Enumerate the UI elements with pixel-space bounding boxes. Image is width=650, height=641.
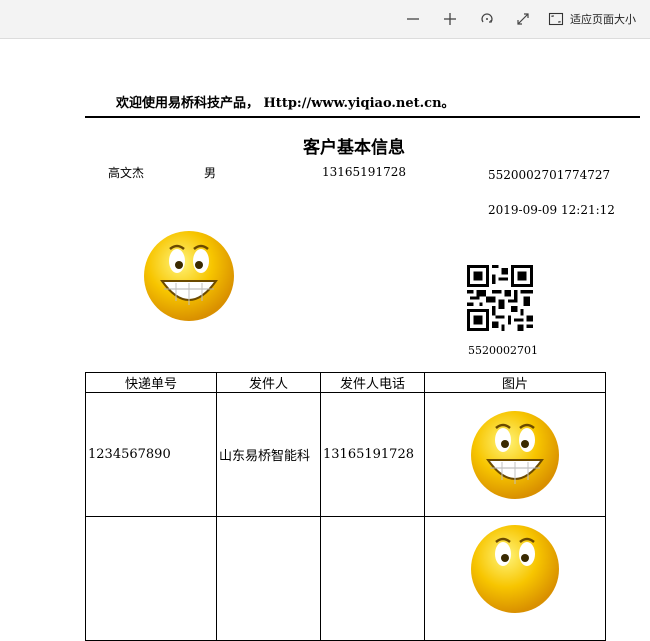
column-header-tracking: 快递单号: [85, 372, 217, 393]
table-row: 1234567890 山东易桥智能科 13165191728: [85, 392, 606, 517]
cell-sender: 山东易桥智能科: [216, 392, 321, 517]
fullscreen-button[interactable]: [510, 6, 536, 32]
header-divider: [85, 116, 640, 118]
qr-code: [467, 265, 533, 331]
cell-image: [424, 516, 606, 641]
viewer-toolbar: 适应页面大小: [0, 0, 650, 39]
customer-gender: 男: [204, 166, 217, 180]
smiley-image: [144, 231, 234, 321]
table-row: [85, 516, 606, 641]
orders-table: 快递单号 发件人 发件人电话 图片 1234567890 山东易桥智能科 131…: [85, 372, 606, 641]
column-header-sender: 发件人: [216, 372, 321, 393]
customer-name: 高文杰: [108, 166, 145, 180]
cell-tracking: [85, 516, 217, 641]
cell-phone: 13165191728: [320, 392, 425, 517]
report-datetime: 2019-09-09 12:21:12: [488, 203, 615, 217]
fit-page-label: 适应页面大小: [570, 13, 636, 26]
column-header-phone: 发件人电话: [320, 372, 425, 393]
zoom-in-button[interactable]: [437, 6, 463, 32]
cell-sender: [216, 516, 321, 641]
smiley-image: [471, 525, 559, 613]
fit-page-button[interactable]: 适应页面大小: [548, 7, 636, 31]
rotate-button[interactable]: [474, 6, 500, 32]
welcome-text: 欢迎使用易桥科技产品， Http://www.yiqiao.net.cn。: [116, 96, 455, 111]
fit-page-icon: [548, 12, 564, 26]
plus-icon: [444, 13, 456, 25]
zoom-out-button[interactable]: [400, 6, 426, 32]
cell-phone: [320, 516, 425, 641]
column-header-image: 图片: [424, 372, 606, 393]
rotate-icon: [481, 13, 493, 23]
report-page: 欢迎使用易桥科技产品， Http://www.yiqiao.net.cn。 客户…: [0, 39, 650, 641]
cell-tracking: 1234567890: [85, 392, 217, 517]
cell-image: [424, 392, 606, 517]
table-header-row: 快递单号 发件人 发件人电话 图片: [85, 372, 606, 393]
qr-number: 5520002701: [468, 344, 538, 357]
expand-icon: [517, 13, 529, 25]
minus-icon: [407, 18, 419, 20]
customer-id: 5520002701774727: [488, 168, 611, 182]
customer-phone: 13165191728: [322, 165, 406, 179]
page-title: 客户基本信息: [303, 138, 405, 158]
smiley-image: [471, 410, 559, 499]
